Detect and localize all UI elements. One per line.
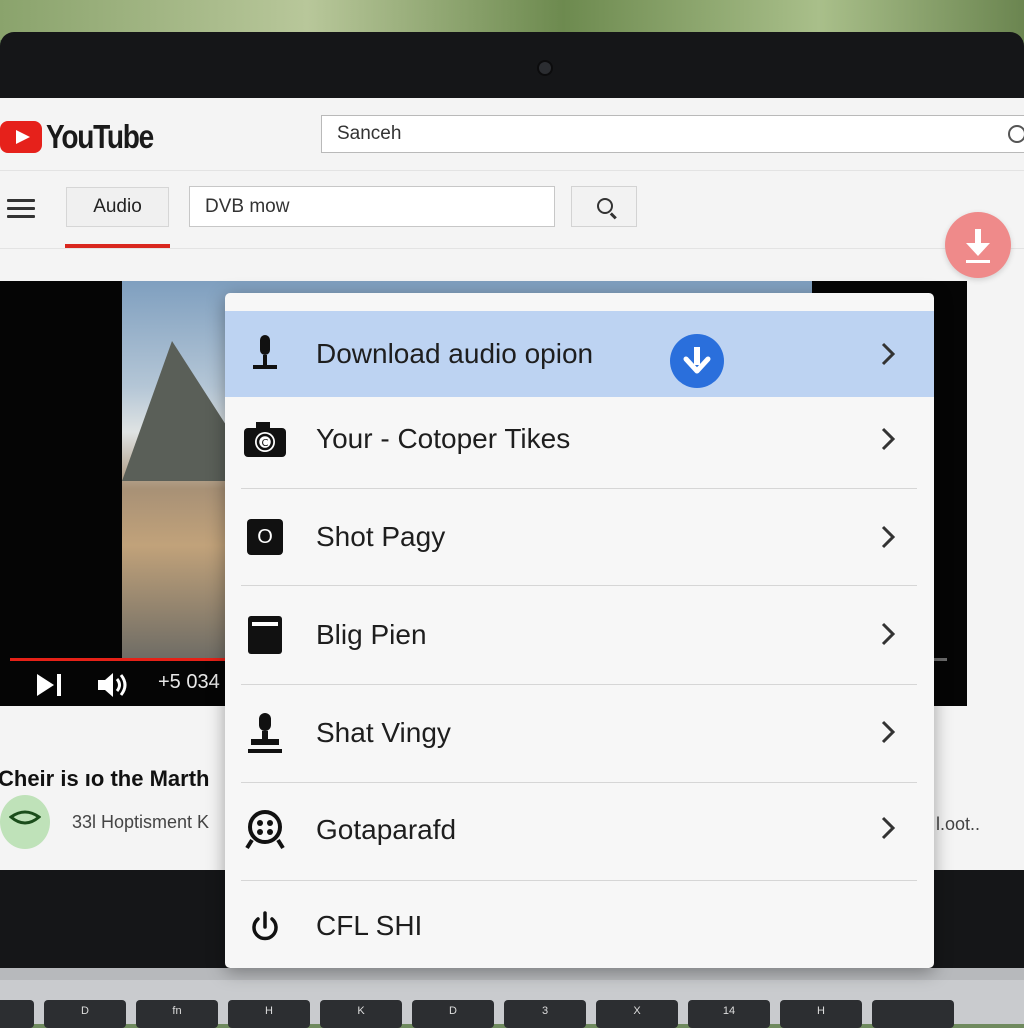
menu-divider bbox=[241, 880, 917, 881]
menu-item-label: Shat Vingy bbox=[316, 717, 451, 748]
search-icon[interactable] bbox=[1008, 125, 1024, 143]
search-button[interactable] bbox=[571, 186, 637, 227]
video-title[interactable]: Cheir is ıo the Marth bbox=[0, 766, 209, 792]
chevron-right-icon bbox=[881, 342, 896, 366]
channel-meta: 33l Hoptisment K bbox=[72, 812, 210, 832]
download-options-menu: Download audio opion C Your - Cotoper Ti… bbox=[225, 293, 934, 968]
menu-item-download-audio[interactable]: Download audio opion bbox=[225, 311, 934, 397]
square-o-icon: O bbox=[243, 515, 287, 559]
camera-icon: C bbox=[243, 417, 287, 461]
time-display: +5 034 bbox=[158, 671, 220, 693]
header-divider bbox=[0, 170, 1024, 171]
menu-item-label: Blig Pien bbox=[316, 619, 427, 650]
keyboard: D fn H K D 3 X 14 H bbox=[0, 980, 1024, 1028]
svg-text:C: C bbox=[262, 438, 269, 449]
chevron-right-icon bbox=[881, 525, 896, 549]
chat-bubble-icon bbox=[9, 810, 41, 825]
menu-item-cotoper[interactable]: C Your - Cotoper Tikes bbox=[225, 397, 934, 483]
menu-divider bbox=[241, 585, 917, 586]
hamburger-menu-icon[interactable] bbox=[7, 199, 35, 219]
menu-item-blig-pien[interactable]: Blig Pien bbox=[225, 591, 934, 677]
chevron-right-icon bbox=[881, 622, 896, 646]
menu-divider bbox=[241, 488, 917, 489]
menu-item-gotaparafd[interactable]: Gotaparafd bbox=[225, 787, 934, 873]
menu-item-cfl-shi[interactable]: CFL SHI bbox=[225, 883, 934, 968]
menu-item-label: Shot Pagy bbox=[316, 521, 446, 552]
tab-audio[interactable]: Audio bbox=[66, 187, 169, 227]
menu-divider bbox=[241, 782, 917, 783]
chevron-right-icon bbox=[881, 427, 896, 451]
youtube-play-icon bbox=[0, 121, 42, 153]
toolbar-divider bbox=[0, 248, 1024, 249]
menu-item-label: Your - Cotoper Tikes bbox=[316, 423, 571, 454]
menu-item-shot-pagy[interactable]: O Shot Pagy bbox=[225, 493, 934, 579]
menu-item-label: Gotaparafd bbox=[316, 814, 457, 845]
magnifier-icon bbox=[597, 198, 613, 214]
microphone-icon bbox=[243, 332, 287, 376]
stamp-icon bbox=[243, 711, 287, 755]
tablet-icon bbox=[243, 613, 287, 657]
channel-avatar[interactable] bbox=[0, 795, 50, 849]
download-badge-icon[interactable] bbox=[670, 334, 724, 388]
menu-divider bbox=[241, 684, 917, 685]
youtube-logo[interactable]: YouTube bbox=[0, 118, 172, 156]
play-next-icon[interactable] bbox=[37, 674, 63, 701]
top-search-input[interactable]: Sanceh bbox=[321, 115, 1024, 153]
side-meta: l.oot.. bbox=[936, 814, 981, 834]
progress-bar-fill bbox=[10, 658, 225, 661]
chevron-right-icon bbox=[881, 816, 896, 840]
youtube-wordmark: YouTube bbox=[46, 118, 154, 155]
menu-item-label: Download audio opion bbox=[316, 338, 594, 369]
chevron-right-icon bbox=[881, 720, 896, 744]
secondary-search-input[interactable]: DVB mow bbox=[189, 186, 555, 227]
webcam bbox=[539, 62, 551, 74]
menu-item-shat-vingy[interactable]: Shat Vingy bbox=[225, 689, 934, 775]
floating-download-button[interactable] bbox=[945, 212, 1011, 278]
power-icon bbox=[243, 905, 287, 949]
volume-icon[interactable] bbox=[98, 671, 130, 704]
menu-item-label: CFL SHI bbox=[316, 910, 423, 941]
film-reel-icon bbox=[243, 807, 287, 851]
